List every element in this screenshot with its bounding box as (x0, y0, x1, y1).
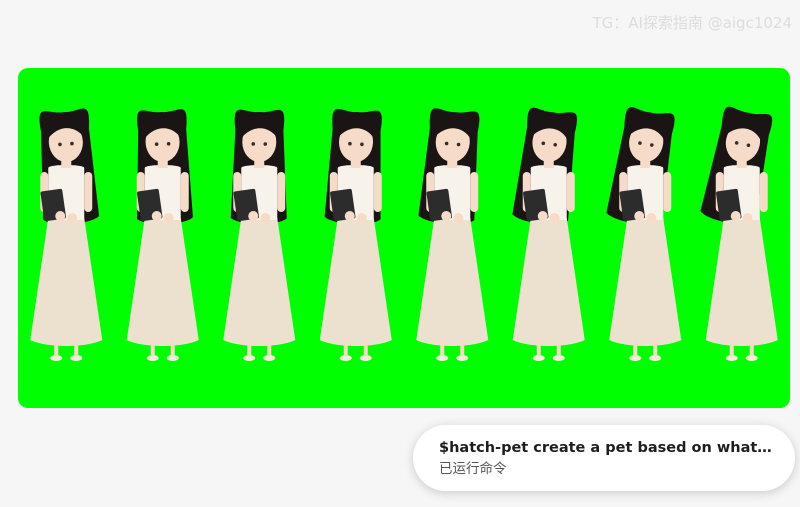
command-bubble[interactable]: $hatch-pet create a pet based on what yo… (413, 425, 795, 491)
sprite-sheet-panel (18, 68, 790, 408)
command-title: $hatch-pet create a pet based on what yo… (439, 440, 775, 456)
watermark-text: TG：AI探索指南 @aigc1024 (592, 14, 792, 32)
command-status: 已运行命令 (439, 461, 507, 477)
sprite-sheet-canvas (18, 68, 790, 408)
